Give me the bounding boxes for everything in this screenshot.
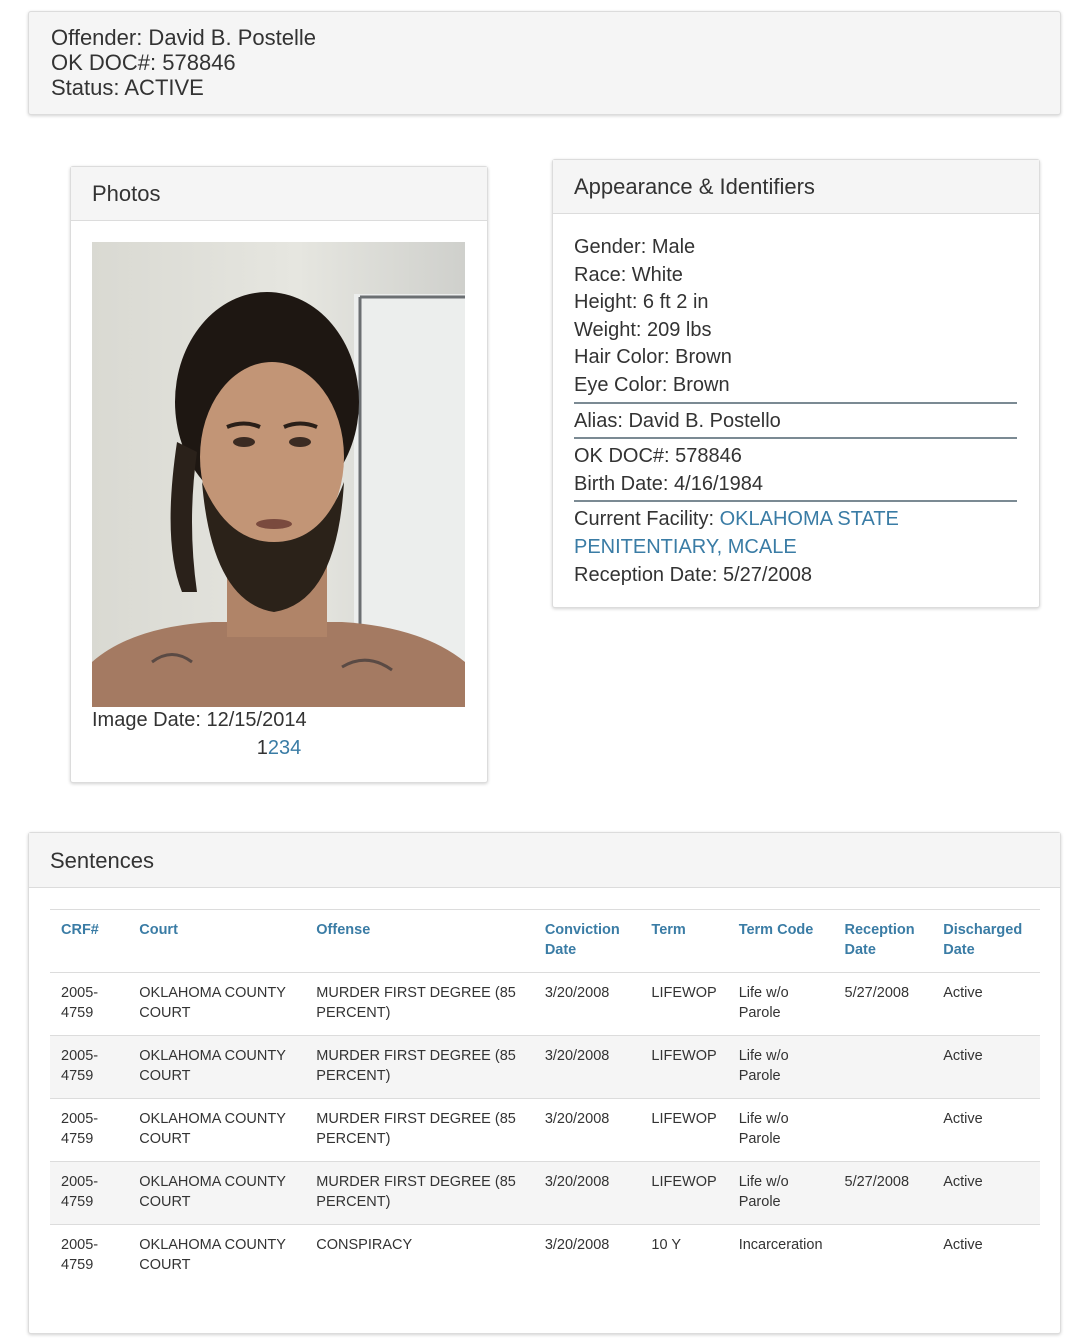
table-row: 2005-4759 OKLAHOMA COUNTY COURT MURDER F… (50, 1098, 1040, 1162)
table-row: 2005-4759 OKLAHOMA COUNTY COURT MURDER F… (50, 972, 1040, 1036)
column-header-offense[interactable]: Offense (305, 909, 534, 973)
birth-date: Birth Date: 4/16/1984 (574, 472, 764, 495)
column-header-crf[interactable]: CRF# (50, 909, 129, 973)
cell-discharged-date: Active (932, 972, 1040, 1036)
photos-title: Photos (71, 167, 487, 221)
cell-reception-date (833, 1035, 933, 1099)
cell-discharged-date: Active (932, 1098, 1040, 1162)
image-date: Image Date: 12/15/2014 (92, 709, 307, 731)
photo-pager: 1234 (71, 735, 487, 761)
photos-panel: Photos Image Date: 12/15/2014 1234 (70, 166, 488, 783)
column-header-discharged-date[interactable]: Discharged Date (932, 909, 1040, 973)
cell-reception-date (833, 1098, 933, 1162)
photo-page-2[interactable]: 2 (268, 737, 279, 759)
cell-discharged-date: Active (932, 1035, 1040, 1099)
cell-reception-date: 5/27/2008 (833, 972, 933, 1036)
offender-name: Offender: David B. Postelle (51, 25, 316, 50)
cell-crf: 2005-4759 (50, 1161, 129, 1225)
doc-number: OK DOC#: 578846 (574, 445, 742, 468)
facility-label: Current Facility: (574, 508, 720, 531)
cell-term: LIFEWOP (640, 1161, 728, 1225)
weight: Weight: 209 lbs (574, 318, 712, 341)
gender: Gender: Male (574, 236, 696, 258)
cell-offense: MURDER FIRST DEGREE (85 PERCENT) (305, 1161, 534, 1225)
hair-color: Hair Color: Brown (574, 346, 732, 369)
cell-offense: CONSPIRACY (305, 1224, 534, 1287)
cell-offense: MURDER FIRST DEGREE (85 PERCENT) (305, 1035, 534, 1099)
mugshot-illustration (92, 292, 465, 707)
cell-term-code: Life w/o Parole (727, 972, 834, 1036)
cell-discharged-date: Active (932, 1224, 1040, 1287)
race: Race: White (574, 263, 683, 286)
cell-crf: 2005-4759 (50, 1224, 129, 1287)
photo-page-1[interactable]: 1 (257, 737, 268, 759)
table-row: 2005-4759 OKLAHOMA COUNTY COURT MURDER F… (50, 1161, 1040, 1225)
eye-color: Eye Color: Brown (574, 373, 730, 396)
cell-term: 10 Y (640, 1224, 728, 1287)
height: Height: 6 ft 2 in (574, 291, 709, 314)
cell-term-code: Life w/o Parole (727, 1161, 834, 1225)
sentences-panel: Sentences CRF# Court Offense Conviction … (28, 832, 1061, 1334)
column-header-conviction-date[interactable]: Conviction Date (533, 909, 641, 973)
table-row: 2005-4759 OKLAHOMA COUNTY COURT CONSPIRA… (50, 1224, 1040, 1287)
cell-crf: 2005-4759 (50, 1098, 129, 1162)
current-facility: Current Facility: OKLAHOMA STATE PENITEN… (574, 506, 1017, 561)
cell-term-code: Life w/o Parole (727, 1035, 834, 1099)
reception-date: Reception Date: 5/27/2008 (574, 563, 812, 586)
cell-court: OKLAHOMA COUNTY COURT (128, 1161, 306, 1225)
photo-page-4[interactable]: 4 (290, 737, 301, 759)
appearance-title: Appearance & Identifiers (553, 160, 1039, 214)
appearance-details: Gender: Male Race: White Height: 6 ft 2 … (574, 234, 1017, 589)
cell-crf: 2005-4759 (50, 1035, 129, 1099)
offender-doc-number: OK DOC#: 578846 (51, 50, 236, 75)
cell-court: OKLAHOMA COUNTY COURT (128, 1224, 306, 1287)
cell-reception-date: 5/27/2008 (833, 1161, 933, 1225)
appearance-panel: Appearance & Identifiers Gender: Male Ra… (552, 159, 1040, 608)
cell-crf: 2005-4759 (50, 972, 129, 1036)
cell-term: LIFEWOP (640, 972, 728, 1036)
cell-offense: MURDER FIRST DEGREE (85 PERCENT) (305, 1098, 534, 1162)
sentences-title: Sentences (29, 833, 1060, 888)
divider (574, 500, 1017, 503)
cell-term-code: Life w/o Parole (727, 1098, 834, 1162)
table-row: 2005-4759 OKLAHOMA COUNTY COURT MURDER F… (50, 1035, 1040, 1099)
mugshot-photo (92, 242, 465, 707)
cell-conviction-date: 3/20/2008 (533, 1098, 641, 1162)
offender-header: Offender: David B. Postelle OK DOC#: 578… (28, 11, 1061, 115)
cell-discharged-date: Active (932, 1161, 1040, 1225)
cell-reception-date (833, 1224, 933, 1287)
column-header-court[interactable]: Court (128, 909, 306, 973)
cell-term: LIFEWOP (640, 1035, 728, 1099)
column-header-reception-date[interactable]: Reception Date (833, 909, 933, 973)
cell-court: OKLAHOMA COUNTY COURT (128, 972, 306, 1036)
alias: Alias: David B. Postello (574, 409, 781, 432)
cell-court: OKLAHOMA COUNTY COURT (128, 1098, 306, 1162)
column-header-term[interactable]: Term (640, 909, 728, 973)
photo-page-3[interactable]: 3 (279, 737, 290, 759)
cell-conviction-date: 3/20/2008 (533, 1224, 641, 1287)
column-header-term-code[interactable]: Term Code (727, 909, 834, 973)
cell-court: OKLAHOMA COUNTY COURT (128, 1035, 306, 1099)
cell-term-code: Incarceration (727, 1224, 834, 1287)
divider (574, 401, 1017, 404)
cell-conviction-date: 3/20/2008 (533, 972, 641, 1036)
cell-conviction-date: 3/20/2008 (533, 1035, 641, 1099)
cell-offense: MURDER FIRST DEGREE (85 PERCENT) (305, 972, 534, 1036)
cell-conviction-date: 3/20/2008 (533, 1161, 641, 1225)
cell-term: LIFEWOP (640, 1098, 728, 1162)
sentences-table: CRF# Court Offense Conviction Date Term … (50, 909, 1040, 1287)
table-header-row: CRF# Court Offense Conviction Date Term … (50, 909, 1040, 973)
divider (574, 437, 1017, 440)
offender-status: Status: ACTIVE (51, 75, 204, 100)
